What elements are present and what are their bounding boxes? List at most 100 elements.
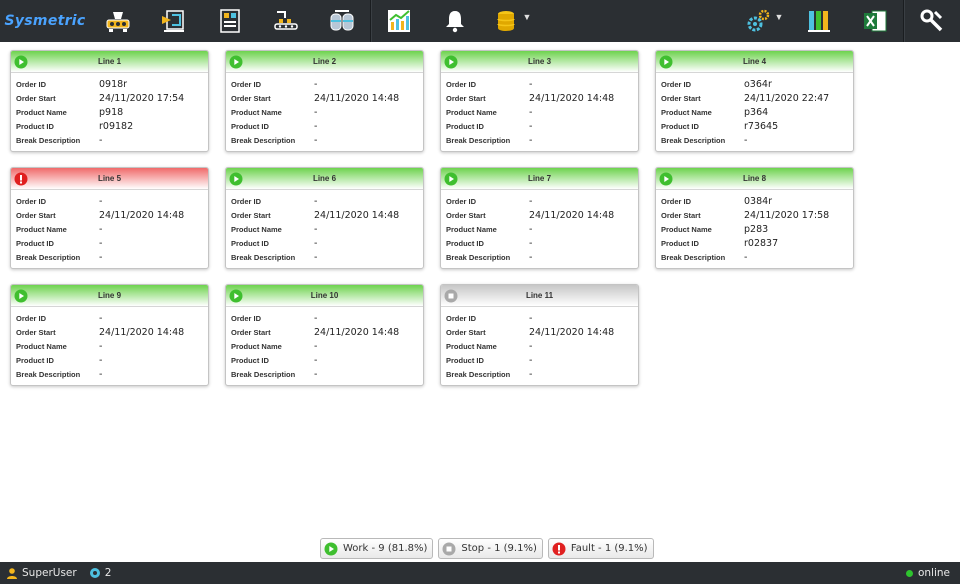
product-name-label: Product Name bbox=[231, 107, 282, 117]
line-card-header: Line 6 bbox=[226, 168, 423, 190]
order-start-row: Order Start 24/11/2020 14:48 bbox=[16, 208, 203, 222]
line-card-body: Order ID - Order Start 24/11/2020 14:48 Prod… bbox=[441, 307, 638, 381]
product-name-value: p364 bbox=[744, 106, 769, 118]
product-name-row: Product Name p918 bbox=[16, 105, 203, 119]
line-card[interactable]: Line 10 Order ID - Order Start 24/11/2020 14… bbox=[225, 284, 424, 386]
order-start-value: 24/11/2020 14:48 bbox=[314, 326, 400, 338]
line-card[interactable]: Line 11 Order ID - Order Start 24/11/2020 14… bbox=[440, 284, 639, 386]
online-dot-icon bbox=[905, 569, 913, 577]
current-user[interactable]: SuperUser bbox=[6, 567, 77, 579]
product-id-value: - bbox=[99, 354, 103, 366]
break-description-row: Break Description - bbox=[661, 133, 848, 147]
tools-button[interactable] bbox=[904, 0, 960, 42]
product-name-label: Product Name bbox=[661, 224, 712, 234]
product-id-value: - bbox=[314, 354, 318, 366]
play-icon bbox=[229, 289, 243, 303]
order-start-label: Order Start bbox=[661, 210, 701, 220]
product-id-row: Product ID r73645 bbox=[661, 119, 848, 133]
production-line-button[interactable] bbox=[258, 0, 314, 42]
work-summary-button[interactable]: Work - 9 (81.8%) bbox=[320, 538, 434, 559]
product-name-label: Product Name bbox=[16, 341, 67, 351]
line-card[interactable]: Line 8 Order ID 0384r Order Start 24/11/2020… bbox=[655, 167, 854, 269]
order-start-label: Order Start bbox=[16, 93, 56, 103]
line-card-body: Order ID - Order Start 24/11/2020 14:48 Prod… bbox=[441, 73, 638, 147]
line-card[interactable]: Line 6 Order ID - Order Start 24/11/2020 14:… bbox=[225, 167, 424, 269]
line-card[interactable]: Line 2 Order ID - Order Start 24/11/2020 14:… bbox=[225, 50, 424, 152]
break-description-row: Break Description - bbox=[446, 133, 633, 147]
play-icon bbox=[444, 55, 458, 69]
product-id-label: Product ID bbox=[661, 238, 699, 248]
break-description-value: - bbox=[314, 251, 318, 263]
app-logo: Sysmetric bbox=[4, 13, 86, 29]
order-start-value: 24/11/2020 14:48 bbox=[529, 92, 615, 104]
order-id-row: Order ID - bbox=[231, 311, 418, 325]
product-name-value: p283 bbox=[744, 223, 769, 235]
line-title: Line 1 bbox=[97, 57, 122, 66]
play-icon bbox=[14, 289, 28, 303]
product-id-value: - bbox=[529, 354, 533, 366]
break-description-row: Break Description - bbox=[16, 367, 203, 381]
notifications-button[interactable] bbox=[427, 0, 483, 42]
line-card[interactable]: Line 9 Order ID - Order Start 24/11/2020 14:… bbox=[10, 284, 209, 386]
product-name-value: - bbox=[314, 106, 318, 118]
status-summary: Work - 9 (81.8%) Stop - 1 (9.1%) Fault -… bbox=[320, 538, 654, 559]
break-description-label: Break Description bbox=[661, 252, 726, 262]
product-id-label: Product ID bbox=[661, 121, 699, 131]
break-description-label: Break Description bbox=[231, 252, 296, 262]
order-start-label: Order Start bbox=[231, 327, 271, 337]
product-id-row: Product ID - bbox=[231, 353, 418, 367]
order-id-row: Order ID 0384r bbox=[661, 194, 848, 208]
order-start-label: Order Start bbox=[661, 93, 701, 103]
product-id-label: Product ID bbox=[16, 121, 54, 131]
order-id-value: - bbox=[99, 195, 103, 207]
order-id-row: Order ID - bbox=[231, 77, 418, 91]
database-button[interactable]: ▼ bbox=[483, 0, 539, 42]
product-id-row: Product ID - bbox=[16, 353, 203, 367]
play-icon bbox=[14, 55, 28, 69]
chart-button[interactable] bbox=[371, 0, 427, 42]
product-id-value: - bbox=[99, 237, 103, 249]
order-start-value: 24/11/2020 14:48 bbox=[529, 209, 615, 221]
reports-button[interactable] bbox=[791, 0, 847, 42]
break-description-value: - bbox=[744, 251, 748, 263]
break-description-label: Break Description bbox=[446, 252, 511, 262]
product-name-value: - bbox=[314, 223, 318, 235]
play-icon bbox=[324, 542, 338, 556]
product-id-row: Product ID - bbox=[16, 236, 203, 250]
tanks-icon bbox=[330, 10, 354, 31]
order-start-row: Order Start 24/11/2020 22:47 bbox=[661, 91, 848, 105]
line-card-header: Line 11 bbox=[441, 285, 638, 307]
product-name-label: Product Name bbox=[231, 341, 282, 351]
tanks-button[interactable] bbox=[314, 0, 370, 42]
line-card[interactable]: Line 3 Order ID - Order Start 24/11/2020 14:… bbox=[440, 50, 639, 152]
machine-button[interactable] bbox=[90, 0, 146, 42]
panel-button[interactable] bbox=[202, 0, 258, 42]
work-summary-label: Work - 9 (81.8%) bbox=[343, 543, 428, 554]
line-title: Line 2 bbox=[312, 57, 337, 66]
line-card[interactable]: Line 4 Order ID o364r Order Start 24/11/2020… bbox=[655, 50, 854, 152]
product-name-value: - bbox=[99, 340, 103, 352]
product-id-row: Product ID - bbox=[446, 236, 633, 250]
line-card[interactable]: Line 5 Order ID - Order Start 24/11/2020 14:… bbox=[10, 167, 209, 269]
order-id-label: Order ID bbox=[16, 196, 47, 206]
product-name-row: Product Name - bbox=[446, 339, 633, 353]
break-description-label: Break Description bbox=[446, 135, 511, 145]
excel-export-button[interactable] bbox=[847, 0, 903, 42]
sessions-indicator[interactable]: 2 bbox=[89, 567, 111, 579]
product-name-label: Product Name bbox=[446, 341, 497, 351]
order-id-label: Order ID bbox=[16, 313, 47, 323]
stop-summary-button[interactable]: Stop - 1 (9.1%) bbox=[438, 538, 543, 559]
line-card-header: Line 9 bbox=[11, 285, 208, 307]
production-line-icon bbox=[274, 11, 298, 30]
order-id-row: Order ID - bbox=[231, 194, 418, 208]
chevron-down-icon: ▼ bbox=[522, 12, 532, 22]
order-id-label: Order ID bbox=[231, 313, 262, 323]
fault-summary-button[interactable]: Fault - 1 (9.1%) bbox=[547, 538, 654, 559]
break-description-row: Break Description - bbox=[16, 250, 203, 264]
order-start-label: Order Start bbox=[231, 210, 271, 220]
break-description-value: - bbox=[314, 134, 318, 146]
settings-button[interactable]: ▼ bbox=[735, 0, 791, 42]
line-card[interactable]: Line 1 Order ID 0918r Order Start 24/11/2020… bbox=[10, 50, 209, 152]
conveyor-button[interactable] bbox=[146, 0, 202, 42]
line-card[interactable]: Line 7 Order ID - Order Start 24/11/2020 14:… bbox=[440, 167, 639, 269]
